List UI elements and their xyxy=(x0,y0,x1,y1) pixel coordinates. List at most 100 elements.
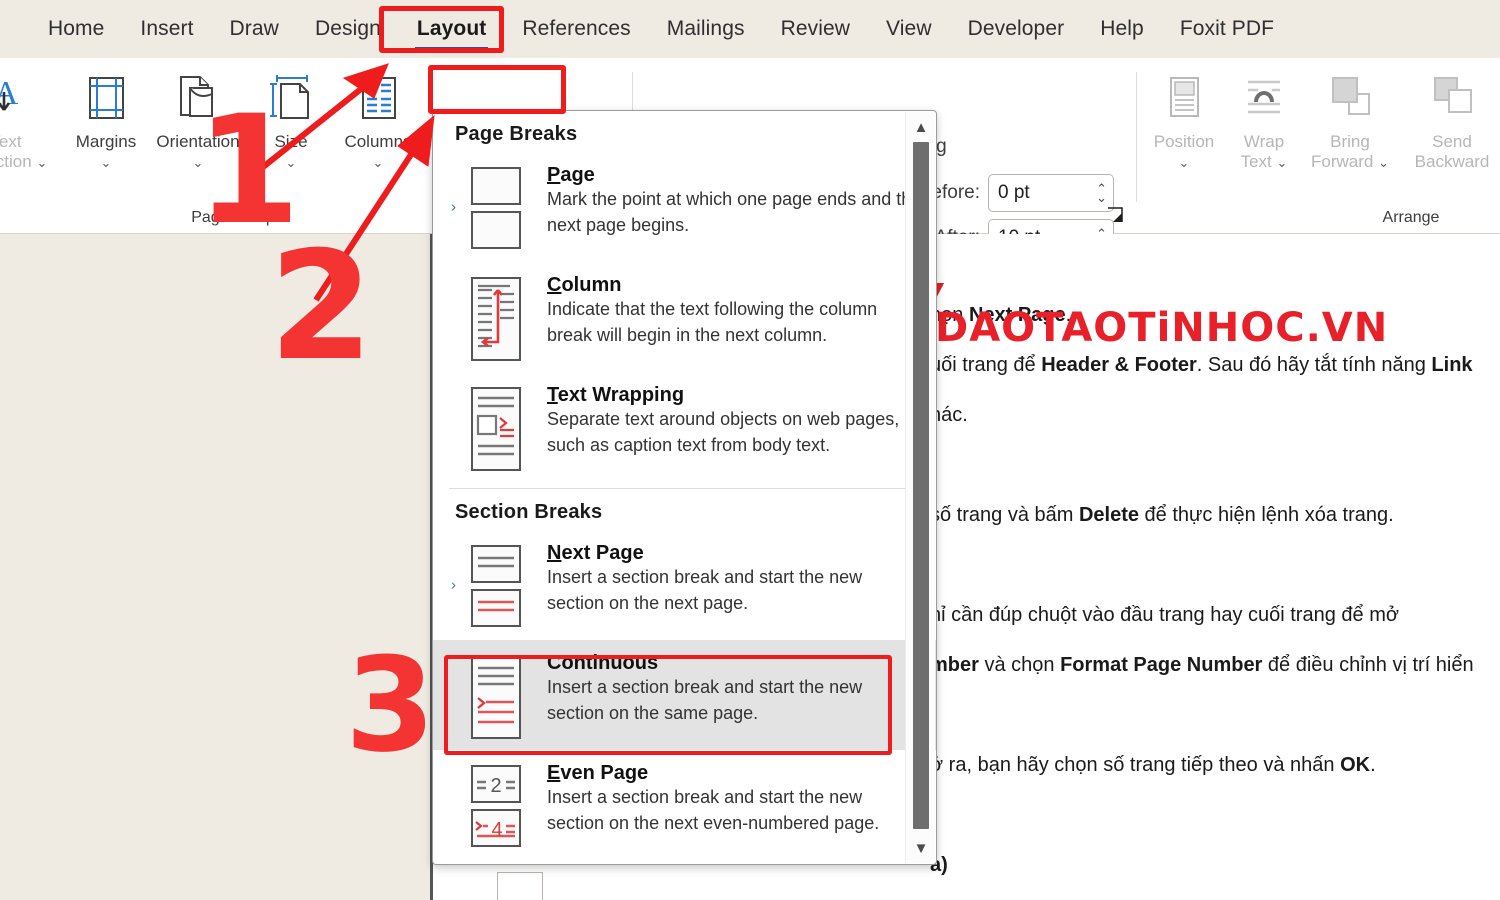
margins-icon xyxy=(58,70,154,128)
menu-item-title: Even Page xyxy=(547,762,649,784)
cmd-label-line1: Position xyxy=(1153,132,1215,151)
document-line: hác. xyxy=(930,404,968,426)
cmd-label-line2: Text xyxy=(1240,151,1272,171)
document-line: số trang và bấm Delete để thực hiện lệnh… xyxy=(930,504,1394,526)
stepper-arrows[interactable]: ⌃⌄ xyxy=(1096,181,1107,204)
menu-item-page[interactable]: › Page Mark the point at which one page … xyxy=(433,152,936,262)
chevron-down-icon[interactable]: ⌄ xyxy=(36,155,47,170)
ribbon-tab-review[interactable]: Review xyxy=(763,11,868,47)
chevron-down-icon[interactable]: ⌄ xyxy=(1378,155,1389,170)
paragraph-dialog-launcher[interactable] xyxy=(1106,206,1124,224)
annotation-step-2: 2 xyxy=(269,220,374,394)
column-break-icon xyxy=(465,272,529,362)
next-page-break-icon xyxy=(465,540,529,630)
menu-item-desc: Insert a section break and start the new… xyxy=(547,567,863,613)
menu-item-text-wrapping[interactable]: Text Wrapping Separate text around objec… xyxy=(433,372,936,482)
page-break-icon xyxy=(465,162,529,252)
document-line: ở ra, bạn hãy chọn số trang tiếp theo và… xyxy=(930,754,1376,776)
menu-item-next-page[interactable]: › Next Page Insert a section break and s… xyxy=(433,530,936,640)
menu-item-title: Column xyxy=(547,274,622,296)
menu-item-title: Page xyxy=(547,164,595,186)
submenu-chevron-icon: › xyxy=(451,198,456,216)
menu-section-page-breaks: Page Breaks xyxy=(455,123,578,145)
ribbon-tab-mailings[interactable]: Mailings xyxy=(649,11,763,47)
svg-text:4: 4 xyxy=(491,819,502,841)
send-backward-icon xyxy=(1404,70,1500,128)
text-wrapping-break-icon xyxy=(465,382,529,472)
chevron-down-icon[interactable]: ⌄ xyxy=(1179,155,1190,170)
menu-item-desc: Mark the point at which one page ends an… xyxy=(547,189,922,235)
scroll-down-arrow-icon[interactable]: ▼ xyxy=(906,835,936,861)
ribbon-tab-view[interactable]: View xyxy=(868,11,950,47)
ribbon-tab-help[interactable]: Help xyxy=(1082,11,1162,47)
annotation-step-3: 3 xyxy=(345,629,436,781)
menu-item-desc: Separate text around objects on web page… xyxy=(547,409,900,455)
document-line: hỉ cần đúp chuột vào đầu trang hay cuối … xyxy=(930,604,1399,626)
command-margins[interactable]: Margins ⌄ xyxy=(58,70,154,172)
chevron-down-icon[interactable]: ⌄ xyxy=(1277,155,1288,170)
menu-scrollbar[interactable]: ▲ ▼ xyxy=(905,112,935,863)
continuous-break-icon xyxy=(465,650,529,740)
ribbon-tab-insert[interactable]: Insert xyxy=(122,11,211,47)
cmd-label-line1: Send xyxy=(1432,132,1472,151)
menu-item-even-page[interactable]: 2 4 Even Page Insert a section break and… xyxy=(433,750,936,860)
command-send-backward[interactable]: Send Backward xyxy=(1404,70,1500,172)
menu-item-title: Text Wrapping xyxy=(547,384,685,406)
cmd-label-line2: Direction xyxy=(0,151,32,171)
document-text[interactable]: họn Next Page. uối trang để Header & Foot… xyxy=(930,290,1490,900)
word-window: Home Insert Draw Design Layout References Mail… xyxy=(0,0,1500,900)
scroll-up-arrow-icon[interactable]: ▲ xyxy=(906,114,936,140)
svg-text:2: 2 xyxy=(490,775,501,797)
spacing-before-value: 0 pt xyxy=(998,182,1030,203)
ribbon-tab-home[interactable]: Home xyxy=(30,11,122,47)
bring-forward-icon xyxy=(1302,70,1398,128)
menu-item-desc: Insert a section break and start the new… xyxy=(547,677,863,723)
ribbon-tab-design[interactable]: Design xyxy=(297,11,399,47)
menu-item-continuous[interactable]: Continuous Insert a section break and st… xyxy=(433,640,936,750)
document-line: a) xyxy=(930,854,948,876)
cmd-label-line2: Backward xyxy=(1414,151,1490,171)
breaks-dropdown-menu[interactable]: Page Breaks › Page Mark the point at whi… xyxy=(432,110,937,865)
command-text-direction[interactable]: A Text Direction ⌄ xyxy=(0,70,54,172)
text-direction-icon: A xyxy=(0,70,54,128)
cmd-label-line1: Columns xyxy=(344,132,412,151)
spacing-before-row: Before: 0 pt ⌃ ⌄ xyxy=(916,174,1114,212)
chevron-down-icon[interactable]: ⌄ xyxy=(101,155,112,170)
cmd-label-line1: Wrap xyxy=(1243,132,1285,151)
chevron-down-icon[interactable]: ⌄ xyxy=(373,155,384,170)
cmd-label-line1: Bring xyxy=(1330,132,1370,151)
menu-item-desc: Indicate that the text following the col… xyxy=(547,299,878,345)
spacing-before-input[interactable]: 0 pt ⌃ ⌄ xyxy=(988,174,1114,212)
command-bring-forward[interactable]: Bring Forward ⌄ xyxy=(1302,70,1398,172)
columns-icon xyxy=(330,70,426,128)
ribbon-tab-draw[interactable]: Draw xyxy=(212,11,297,47)
cmd-label-line1: Text xyxy=(0,132,22,151)
watermark-text: DAOTAOTiNHOC.VN xyxy=(935,305,1389,351)
cmd-label-line2: Forward xyxy=(1311,151,1374,171)
ribbon-tab-bar: Home Insert Draw Design Layout References Mail… xyxy=(0,0,1500,58)
ribbon-group-arrange: Position ⌄ Wrap Text ⌄ Bring Forward ⌄ S… xyxy=(1136,58,1500,234)
cmd-label-line1: Margins xyxy=(75,132,137,151)
wrap-text-icon xyxy=(1216,70,1312,128)
ribbon-tab-layout[interactable]: Layout xyxy=(399,11,504,50)
menu-item-desc: Insert a section break and start the new… xyxy=(547,787,880,833)
next-page-stub xyxy=(497,872,543,900)
ribbon-tab-developer[interactable]: Developer xyxy=(950,11,1083,47)
command-columns[interactable]: Columns ⌄ xyxy=(330,70,426,172)
menu-item-title: Next Page xyxy=(547,542,644,564)
submenu-chevron-icon: › xyxy=(451,576,456,594)
ribbon-tab-references[interactable]: References xyxy=(504,11,648,47)
menu-item-column[interactable]: Column Indicate that the text following … xyxy=(433,262,936,372)
ribbon-tab-foxit-pdf[interactable]: Foxit PDF xyxy=(1162,11,1292,47)
group-label-arrange: Arrange xyxy=(1382,209,1440,226)
even-page-break-icon: 2 4 xyxy=(465,760,529,850)
menu-item-title: Continuous xyxy=(547,652,659,674)
document-line: mber và chọn Format Page Number để điều … xyxy=(930,654,1474,676)
command-wrap-text[interactable]: Wrap Text ⌄ xyxy=(1216,70,1312,172)
scrollbar-thumb[interactable] xyxy=(913,142,929,829)
